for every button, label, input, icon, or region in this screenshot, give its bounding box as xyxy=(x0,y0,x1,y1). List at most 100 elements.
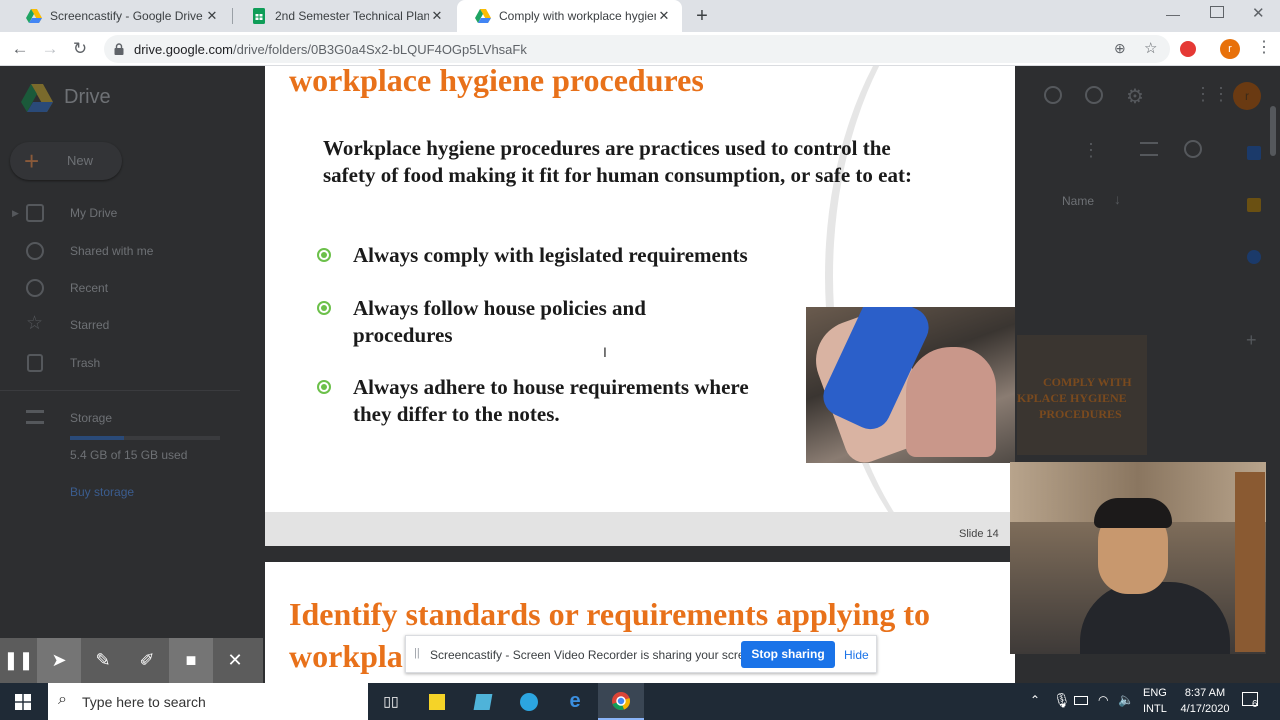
tab-label: 2nd Semester Technical Planning xyxy=(275,9,429,23)
windows-start-icon[interactable] xyxy=(0,683,46,720)
storage-bar-fill xyxy=(70,436,124,440)
sharing-message: Screencastify - Screen Video Recorder is… xyxy=(430,648,762,662)
slide-number: Slide 14 xyxy=(959,528,999,540)
buy-storage-link[interactable]: Buy storage xyxy=(70,485,134,499)
address-bar[interactable]: drive.google.com/drive/folders/0B3G0a4Sx… xyxy=(104,35,1170,63)
windows-taskbar: ⌕ Type here to search ▯▯ e ⌃ 🎙 ◠ 🔈 ENG I… xyxy=(0,683,1280,720)
browser-menu-icon[interactable]: ⋮ xyxy=(1256,37,1272,57)
sticky-notes-icon[interactable] xyxy=(414,683,460,720)
shared-app-icon[interactable] xyxy=(460,683,506,720)
reload-icon[interactable]: ↻ xyxy=(68,37,92,61)
tab-comply-hygiene[interactable]: Comply with workplace hygiene ✕ xyxy=(457,0,682,32)
slide-title: Identify standards or requirements apply… xyxy=(289,596,930,632)
language-indicator[interactable]: ENG xyxy=(1143,687,1167,699)
slide-title: workplace hygiene procedures xyxy=(289,66,704,98)
hide-button[interactable]: Hide xyxy=(844,648,869,662)
keep-addon-icon[interactable] xyxy=(1247,198,1261,212)
chrome-icon[interactable] xyxy=(598,683,644,720)
offline-check-icon[interactable] xyxy=(1044,86,1062,104)
close-tab-icon[interactable]: ✕ xyxy=(656,8,672,24)
battery-icon[interactable] xyxy=(1074,696,1088,705)
drag-handle-icon[interactable]: || xyxy=(414,647,420,659)
minimize-icon[interactable]: — xyxy=(1166,6,1182,22)
tray-expand-icon[interactable]: ⌃ xyxy=(1030,693,1040,707)
volume-icon[interactable]: 🔈 xyxy=(1118,692,1134,708)
sort-arrow-down-icon[interactable]: ↓ xyxy=(1114,191,1121,207)
taskbar-search-box[interactable]: ⌕ Type here to search xyxy=(48,683,368,720)
scrollbar-thumb[interactable] xyxy=(1270,106,1276,156)
sidebar-label: Recent xyxy=(70,281,109,295)
settings-gear-icon[interactable]: ⚙ xyxy=(1126,84,1144,109)
door-frame xyxy=(1235,472,1265,652)
wifi-icon[interactable]: ◠ xyxy=(1098,693,1108,707)
maximize-icon[interactable] xyxy=(1210,6,1224,18)
slide-bullet-text: Always follow house policies and procedu… xyxy=(353,296,646,347)
browser-tab-bar: Screencastify - Google Drive ✕ 2nd Semes… xyxy=(0,0,1280,32)
slide-bullet-text: Always comply with legislated requiremen… xyxy=(353,243,748,267)
google-drive-logo-icon xyxy=(21,84,53,112)
thumbnail-line: KPLACE HYGIENE xyxy=(1017,391,1127,405)
close-toolbar-icon[interactable]: ✕ xyxy=(213,638,257,683)
task-view-icon[interactable]: ▯▯ xyxy=(368,683,414,720)
storage-used-text: 5.4 GB of 15 GB used xyxy=(70,448,188,462)
info-icon[interactable] xyxy=(1184,140,1202,158)
pause-icon[interactable]: ❚❚ xyxy=(0,638,37,683)
forward-icon[interactable]: → xyxy=(38,37,62,61)
windows-logo-icon xyxy=(15,693,31,710)
tab-label: Comply with workplace hygiene xyxy=(499,9,656,23)
back-icon[interactable]: ← xyxy=(8,37,32,61)
apps-grid-icon[interactable]: ⋮⋮ xyxy=(1194,84,1230,105)
close-tab-icon[interactable]: ✕ xyxy=(429,8,445,24)
expand-caret-icon[interactable]: ▶ xyxy=(12,208,19,219)
keyboard-layout-indicator[interactable]: INTL xyxy=(1143,703,1167,715)
pen-tool-icon[interactable]: ✎ xyxy=(81,638,125,683)
new-button[interactable]: + New xyxy=(10,142,122,180)
profile-avatar[interactable]: r xyxy=(1220,39,1240,59)
url-text: drive.google.com/drive/folders/0B3G0a4Sx… xyxy=(134,42,527,57)
screencastify-extension-icon[interactable] xyxy=(1180,41,1196,57)
lock-icon xyxy=(114,43,124,55)
url-path: /drive/folders/0B3G0a4Sx2-bLQUF4OGp5LVhs… xyxy=(233,42,527,57)
telegram-icon[interactable] xyxy=(506,683,552,720)
tab-screencastify-drive[interactable]: Screencastify - Google Drive ✕ xyxy=(8,0,230,32)
calendar-addon-icon[interactable] xyxy=(1247,146,1261,160)
file-thumbnail[interactable]: COMPLY WITH KPLACE HYGIENE PROCEDURES xyxy=(1017,335,1147,455)
chrome-logo-icon xyxy=(612,691,631,710)
add-addon-icon[interactable]: + xyxy=(1246,330,1257,351)
tasks-addon-icon[interactable] xyxy=(1247,250,1261,264)
stop-sharing-button[interactable]: Stop sharing xyxy=(741,641,835,668)
url-host: drive.google.com xyxy=(134,42,233,57)
highlighter-icon[interactable]: ✐ xyxy=(125,638,169,683)
new-button-label: New xyxy=(67,153,94,168)
thumbnail-line: COMPLY WITH xyxy=(1043,375,1132,389)
cursor-tool-icon[interactable]: ➤ xyxy=(37,638,81,683)
tab-technical-planning[interactable]: 2nd Semester Technical Planning ✕ xyxy=(233,0,455,32)
clock-date[interactable]: 4/17/2020 xyxy=(1175,703,1235,715)
camera-toggle-icon[interactable]: ■ xyxy=(169,638,213,683)
notification-count: 6 xyxy=(1252,699,1258,710)
close-tab-icon[interactable]: ✕ xyxy=(204,8,220,24)
sidebar-label: Shared with me xyxy=(70,244,154,258)
list-view-icon[interactable] xyxy=(1140,142,1158,156)
bullet-icon xyxy=(317,248,331,262)
drive-app-name: Drive xyxy=(64,86,111,108)
new-tab-button[interactable]: + xyxy=(692,5,712,27)
sort-name-label[interactable]: Name xyxy=(1062,194,1094,208)
drive-profile-avatar[interactable]: r xyxy=(1233,82,1261,110)
search-icon: ⌕ xyxy=(58,691,67,708)
close-window-icon[interactable]: ✕ xyxy=(1252,4,1265,22)
more-options-icon[interactable]: ⋮ xyxy=(1082,140,1100,161)
screencastify-toolbar: ❚❚ ➤ ✎ ✐ ■ ✕ xyxy=(0,638,263,683)
microphone-icon[interactable]: 🎙 xyxy=(1053,692,1071,709)
clock-icon xyxy=(26,279,44,297)
help-icon[interactable] xyxy=(1085,86,1103,104)
edge-browser-icon[interactable]: e xyxy=(552,683,598,720)
zoom-icon[interactable]: ⊕ xyxy=(1114,40,1126,57)
slide-title-line2: workpla xyxy=(289,638,403,674)
screen-sharing-bar: || Screencastify - Screen Video Recorder… xyxy=(405,635,877,673)
clock-time[interactable]: 8:37 AM xyxy=(1181,687,1229,699)
bookmark-star-icon[interactable]: ☆ xyxy=(1144,39,1157,57)
trash-icon xyxy=(27,354,43,372)
wrist-shape xyxy=(906,347,996,457)
shared-icon xyxy=(26,242,44,260)
